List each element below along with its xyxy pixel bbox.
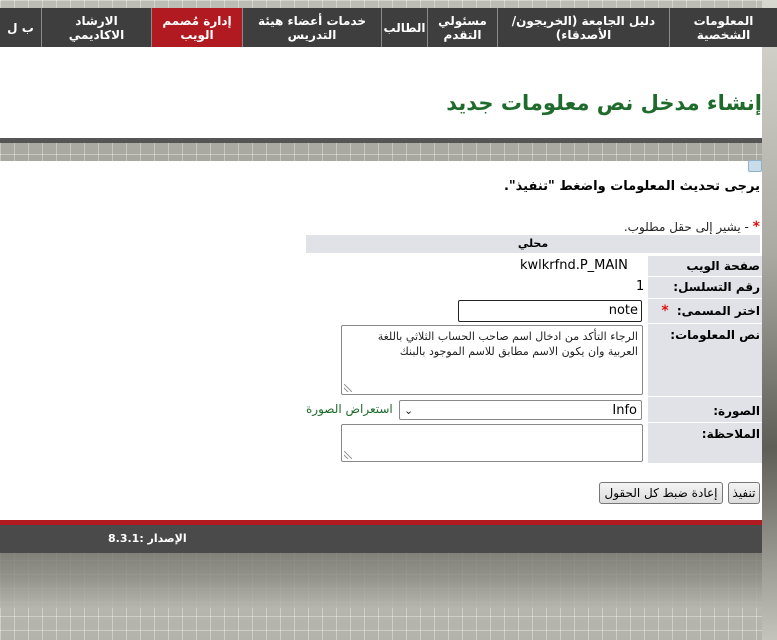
name-label-text: اختر المسمى:	[676, 304, 760, 318]
required-note-text: - يشير إلى حقل مطلوب.	[623, 220, 749, 234]
image-select[interactable]: Info ⌄	[399, 400, 642, 420]
nav-tab-faculty-services[interactable]: خدمات أعضاء هيئة التدريس	[242, 8, 381, 47]
page-title: إنشاء مدخل نص معلومات جديد	[446, 91, 762, 115]
web-page-value: kwlkrfnd.P_MAIN	[520, 258, 628, 273]
textarea-resize-grip[interactable]	[344, 451, 352, 459]
form-panel: يرجى تحديث المعلومات واضغط "تنفيذ". * - …	[0, 160, 762, 520]
image-preview-link[interactable]: استعراض الصورة	[306, 402, 393, 416]
required-field-note: * - يشير إلى حقل مطلوب.	[624, 219, 760, 235]
chevron-down-icon: ⌄	[404, 404, 414, 417]
nav-tab-overflow[interactable]: ب ل	[0, 8, 41, 47]
web-page-label: صفحة الويب المرتبطة:	[648, 256, 762, 293]
nav-tab-university-directory[interactable]: دليل الجامعة (الخريجون/الأصدقاء)	[497, 8, 669, 47]
nav-tab-academic-advising[interactable]: الارشاد الاكاديمي	[41, 8, 151, 47]
reset-button[interactable]: إعادة ضبط كل الحقول	[599, 482, 723, 504]
image-label: الصورة:	[648, 397, 762, 422]
footer-bar: الإصدار :8.3.1	[0, 520, 762, 553]
sequence-label: رقم التسلسل:	[648, 277, 762, 298]
submit-button[interactable]: تنفيذ	[728, 482, 760, 504]
top-navigation: المعلومات الشخصية دليل الجامعة (الخريجون…	[0, 8, 777, 47]
info-text-label: نص المعلومات:	[648, 324, 762, 396]
background-texture-band	[0, 548, 777, 608]
comment-label: الملاحظة:	[648, 423, 762, 463]
column-header-local: محلي	[306, 235, 760, 253]
image-select-value: Info	[612, 403, 637, 418]
info-text-textarea[interactable]: الرجاء التأكد من ادخال اسم صاحب الحساب ا…	[341, 325, 643, 395]
form-instructions: يرجى تحديث المعلومات واضغط "تنفيذ".	[503, 179, 760, 194]
version-text: الإصدار :8.3.1	[108, 532, 187, 545]
nav-tab-web-designer-admin[interactable]: إدارة مُصمم الويب	[151, 8, 242, 47]
name-input[interactable]: note	[458, 300, 642, 322]
nav-tab-student[interactable]: الطالب	[381, 8, 427, 47]
comment-textarea[interactable]	[341, 424, 643, 462]
sequence-value: 1	[636, 279, 645, 294]
info-text-value: الرجاء التأكد من ادخال اسم صاحب الحساب ا…	[377, 330, 638, 358]
background-right-strip	[762, 0, 777, 640]
help-icon[interactable]	[748, 160, 762, 172]
name-label: اختر المسمى: *	[648, 299, 762, 323]
title-panel: إنشاء مدخل نص معلومات جديد	[0, 47, 762, 143]
name-required-marker: *	[661, 303, 669, 319]
nav-tab-personal-info[interactable]: المعلومات الشخصية	[669, 8, 777, 47]
nav-tab-admission-officers[interactable]: مسئولي التقدم	[427, 8, 497, 47]
required-marker: *	[752, 219, 760, 235]
textarea-resize-grip[interactable]	[344, 384, 352, 392]
